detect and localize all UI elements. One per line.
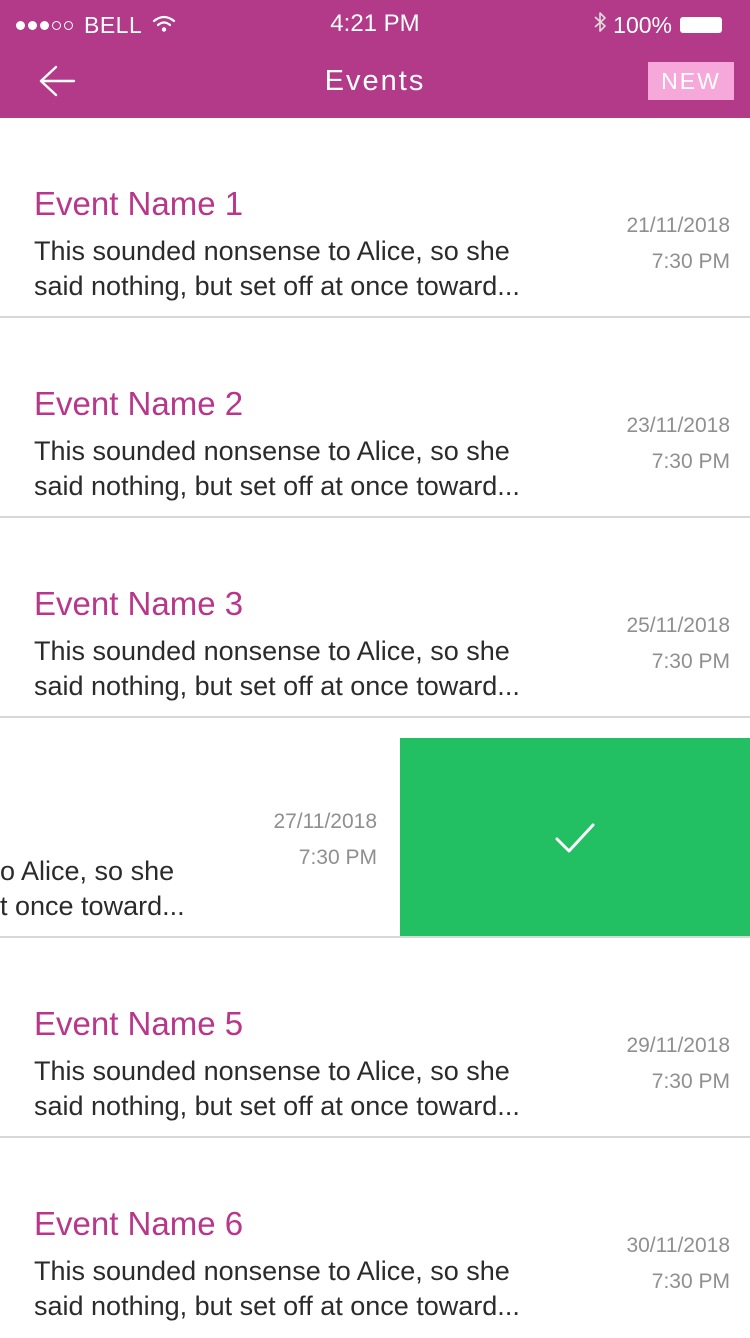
event-description: This sounded nonsense to Alice, so she s…	[34, 634, 564, 704]
list-item[interactable]: Event Name 2 This sounded nonsense to Al…	[0, 318, 750, 518]
event-description-line: This sounded nonsense to Alice, so she	[34, 636, 510, 666]
event-name: Event Name 3	[34, 585, 244, 622]
event-description: This sounded nonsense to Alice, so she s…	[34, 234, 564, 304]
event-date: 25/11/2018	[626, 614, 730, 637]
status-bar: BELL 4:21 PM 100%	[0, 0, 750, 48]
event-description-line: This sounded nonsense to Alice, so she	[34, 1256, 510, 1286]
event-description-line: This sounded nonsense to Alice, so she	[34, 1056, 510, 1086]
event-time: 7:30 PM	[298, 846, 377, 869]
event-description-line: said nothing, but set off at once toward…	[34, 1091, 520, 1121]
list-item-content: Event Name 5 This sounded nonsense to Al…	[0, 938, 750, 1136]
list-item-content: Event Name 3 This sounded nonsense to Al…	[0, 518, 750, 716]
event-description: This sounded nonsense to Alice, so she s…	[34, 1054, 564, 1124]
list-item[interactable]: Event Name 1 This sounded nonsense to Al…	[0, 118, 750, 318]
checkmark-icon	[555, 823, 595, 853]
event-description-line: This sounded nonsense to Alice, so she	[34, 436, 510, 466]
event-date: 30/11/2018	[626, 1234, 730, 1257]
app-header: BELL 4:21 PM 100% Events NEW	[0, 0, 750, 118]
battery-percent: 100%	[613, 11, 672, 38]
event-name: Event Name 2	[34, 385, 244, 422]
event-date: 29/11/2018	[626, 1034, 730, 1057]
bluetooth-icon	[593, 10, 607, 40]
battery-icon	[680, 17, 722, 33]
list-item-content: Event Name 1 This sounded nonsense to Al…	[0, 118, 750, 316]
event-time: 7:30 PM	[651, 450, 730, 473]
mark-done-button[interactable]	[400, 738, 750, 936]
event-date: 23/11/2018	[626, 414, 730, 437]
list-item-content: Event Name 6 This sounded nonsense to Al…	[0, 1138, 750, 1336]
event-time: 7:30 PM	[651, 1070, 730, 1093]
event-description: This sounded nonsense to Alice, so she s…	[34, 1254, 564, 1324]
list-item-swiped[interactable]: o Alice, so she t once toward... 27/11/2…	[0, 738, 750, 938]
event-name: Event Name 5	[34, 1005, 244, 1042]
event-name: Event Name 6	[34, 1205, 244, 1242]
battery-area: 100%	[593, 10, 722, 40]
event-date: 21/11/2018	[626, 214, 730, 237]
list-item[interactable]: Event Name 5 This sounded nonsense to Al…	[0, 938, 750, 1138]
event-description-line: said nothing, but set off at once toward…	[34, 271, 520, 301]
list-item-content: Event Name 2 This sounded nonsense to Al…	[0, 318, 750, 516]
page-title: Events	[324, 65, 426, 97]
event-name: Event Name 1	[34, 185, 244, 222]
event-description-line: said nothing, but set off at once toward…	[34, 1291, 520, 1321]
event-date: 27/11/2018	[273, 810, 377, 833]
event-description-line: said nothing, but set off at once toward…	[34, 671, 520, 701]
event-description-line: said nothing, but set off at once toward…	[34, 471, 520, 501]
list-item[interactable]: Event Name 3 This sounded nonsense to Al…	[0, 518, 750, 718]
event-description: This sounded nonsense to Alice, so she s…	[34, 434, 564, 504]
list-item[interactable]: Event Name 6 This sounded nonsense to Al…	[0, 1138, 750, 1338]
event-time: 7:30 PM	[651, 650, 730, 673]
list-item-content: o Alice, so she t once toward... 27/11/2…	[0, 738, 377, 936]
new-event-button[interactable]: NEW	[648, 62, 734, 100]
event-time: 7:30 PM	[651, 1270, 730, 1293]
event-time: 7:30 PM	[651, 250, 730, 273]
event-description-line: This sounded nonsense to Alice, so she	[34, 236, 510, 266]
